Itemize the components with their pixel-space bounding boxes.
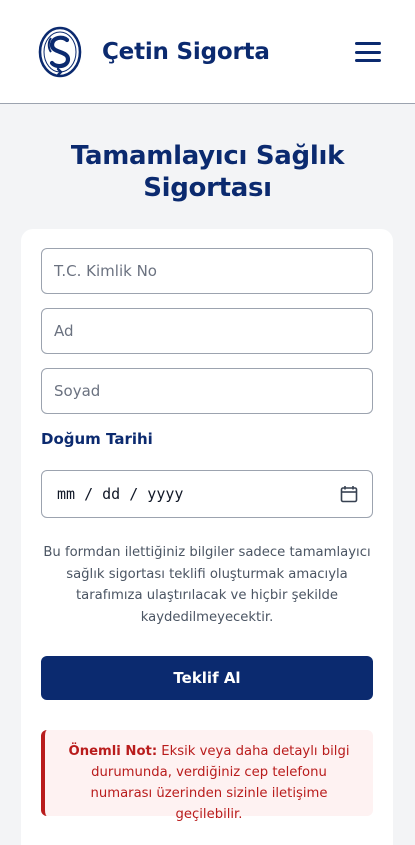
- page-title: Tamamlayıcı Sağlık Sigortası: [70, 141, 345, 203]
- surname-input[interactable]: [41, 368, 373, 414]
- quote-form-card: Doğum Tarihi mm / dd / yyyy Bu formdan i…: [21, 229, 393, 845]
- app-header: Çetin Sigorta: [0, 0, 415, 104]
- important-note: Önemli Not: Eksik veya daha detaylı bilg…: [41, 730, 373, 822]
- cetin-sigorta-logo[interactable]: [38, 26, 82, 78]
- dob-date-input[interactable]: mm / dd / yyyy: [41, 470, 373, 518]
- get-quote-button[interactable]: Teklif Al: [41, 656, 373, 700]
- note-title: Önemli Not:: [68, 744, 158, 759]
- menu-bar: [355, 42, 381, 45]
- dob-label: Doğum Tarihi: [41, 430, 153, 448]
- privacy-disclaimer: Bu formdan ilettiğiniz bilgiler sadece t…: [43, 545, 371, 625]
- tc-kimlik-input[interactable]: [41, 248, 373, 294]
- name-input[interactable]: [41, 308, 373, 354]
- brand-name[interactable]: Çetin Sigorta: [102, 39, 270, 65]
- menu-bar: [355, 59, 381, 62]
- menu-bar: [355, 50, 381, 54]
- calendar-icon[interactable]: [340, 485, 358, 503]
- hamburger-menu-icon[interactable]: [355, 42, 381, 62]
- dob-date-text: mm / dd / yyyy: [57, 485, 184, 503]
